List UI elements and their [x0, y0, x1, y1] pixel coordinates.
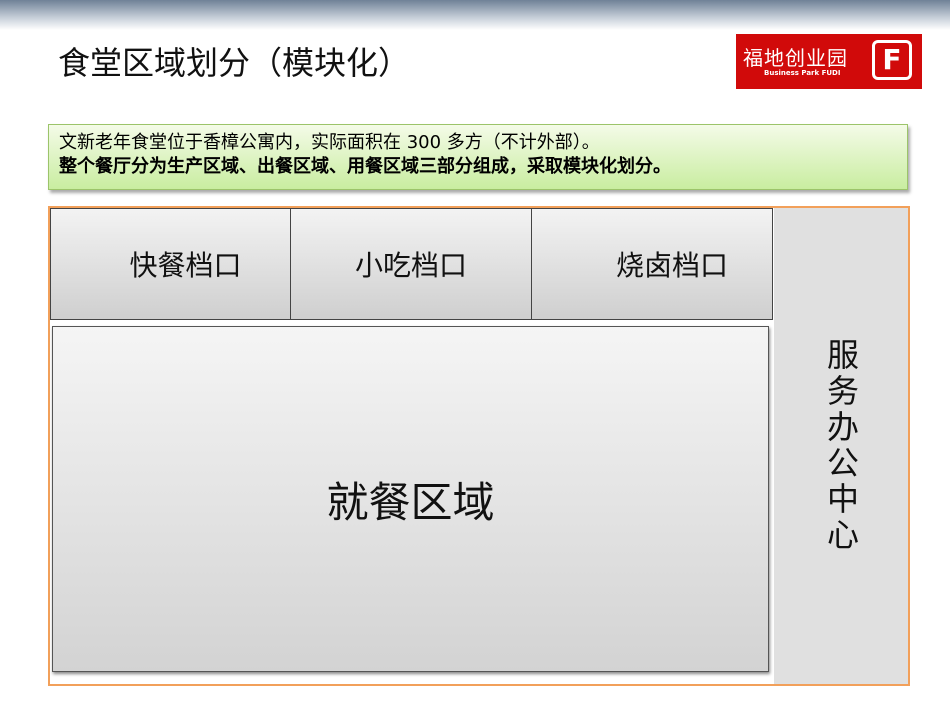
- logo-subtext: Business Park FUDI: [764, 69, 841, 77]
- logo: 福地创业园 Business Park FUDI F: [736, 34, 922, 89]
- logo-text: 福地创业园: [743, 46, 848, 70]
- description-box: 文新老年食堂位于香樟公寓内，实际面积在 300 多方（不计外部）。 整个餐厅分为…: [48, 124, 908, 190]
- dining-area: 就餐区域: [52, 326, 769, 672]
- stall-fast-food: 快餐档口: [50, 208, 291, 320]
- dining-area-label: 就餐区域: [326, 477, 495, 527]
- service-office-label: 服务办公中心: [822, 338, 860, 554]
- top-banner: [0, 0, 950, 30]
- stall-snacks: 小吃档口: [290, 208, 532, 320]
- stall-braised: 烧卤档口: [531, 208, 773, 320]
- page-title: 食堂区域划分（模块化）: [58, 44, 411, 82]
- description-line-1: 文新老年食堂位于香樟公寓内，实际面积在 300 多方（不计外部）。: [59, 132, 600, 153]
- service-office: 服务办公中心: [774, 208, 908, 684]
- description-line-2: 整个餐厅分为生产区域、出餐区域、用餐区域三部分组成，采取模块化划分。: [59, 156, 671, 177]
- logo-f-icon: F: [872, 40, 912, 80]
